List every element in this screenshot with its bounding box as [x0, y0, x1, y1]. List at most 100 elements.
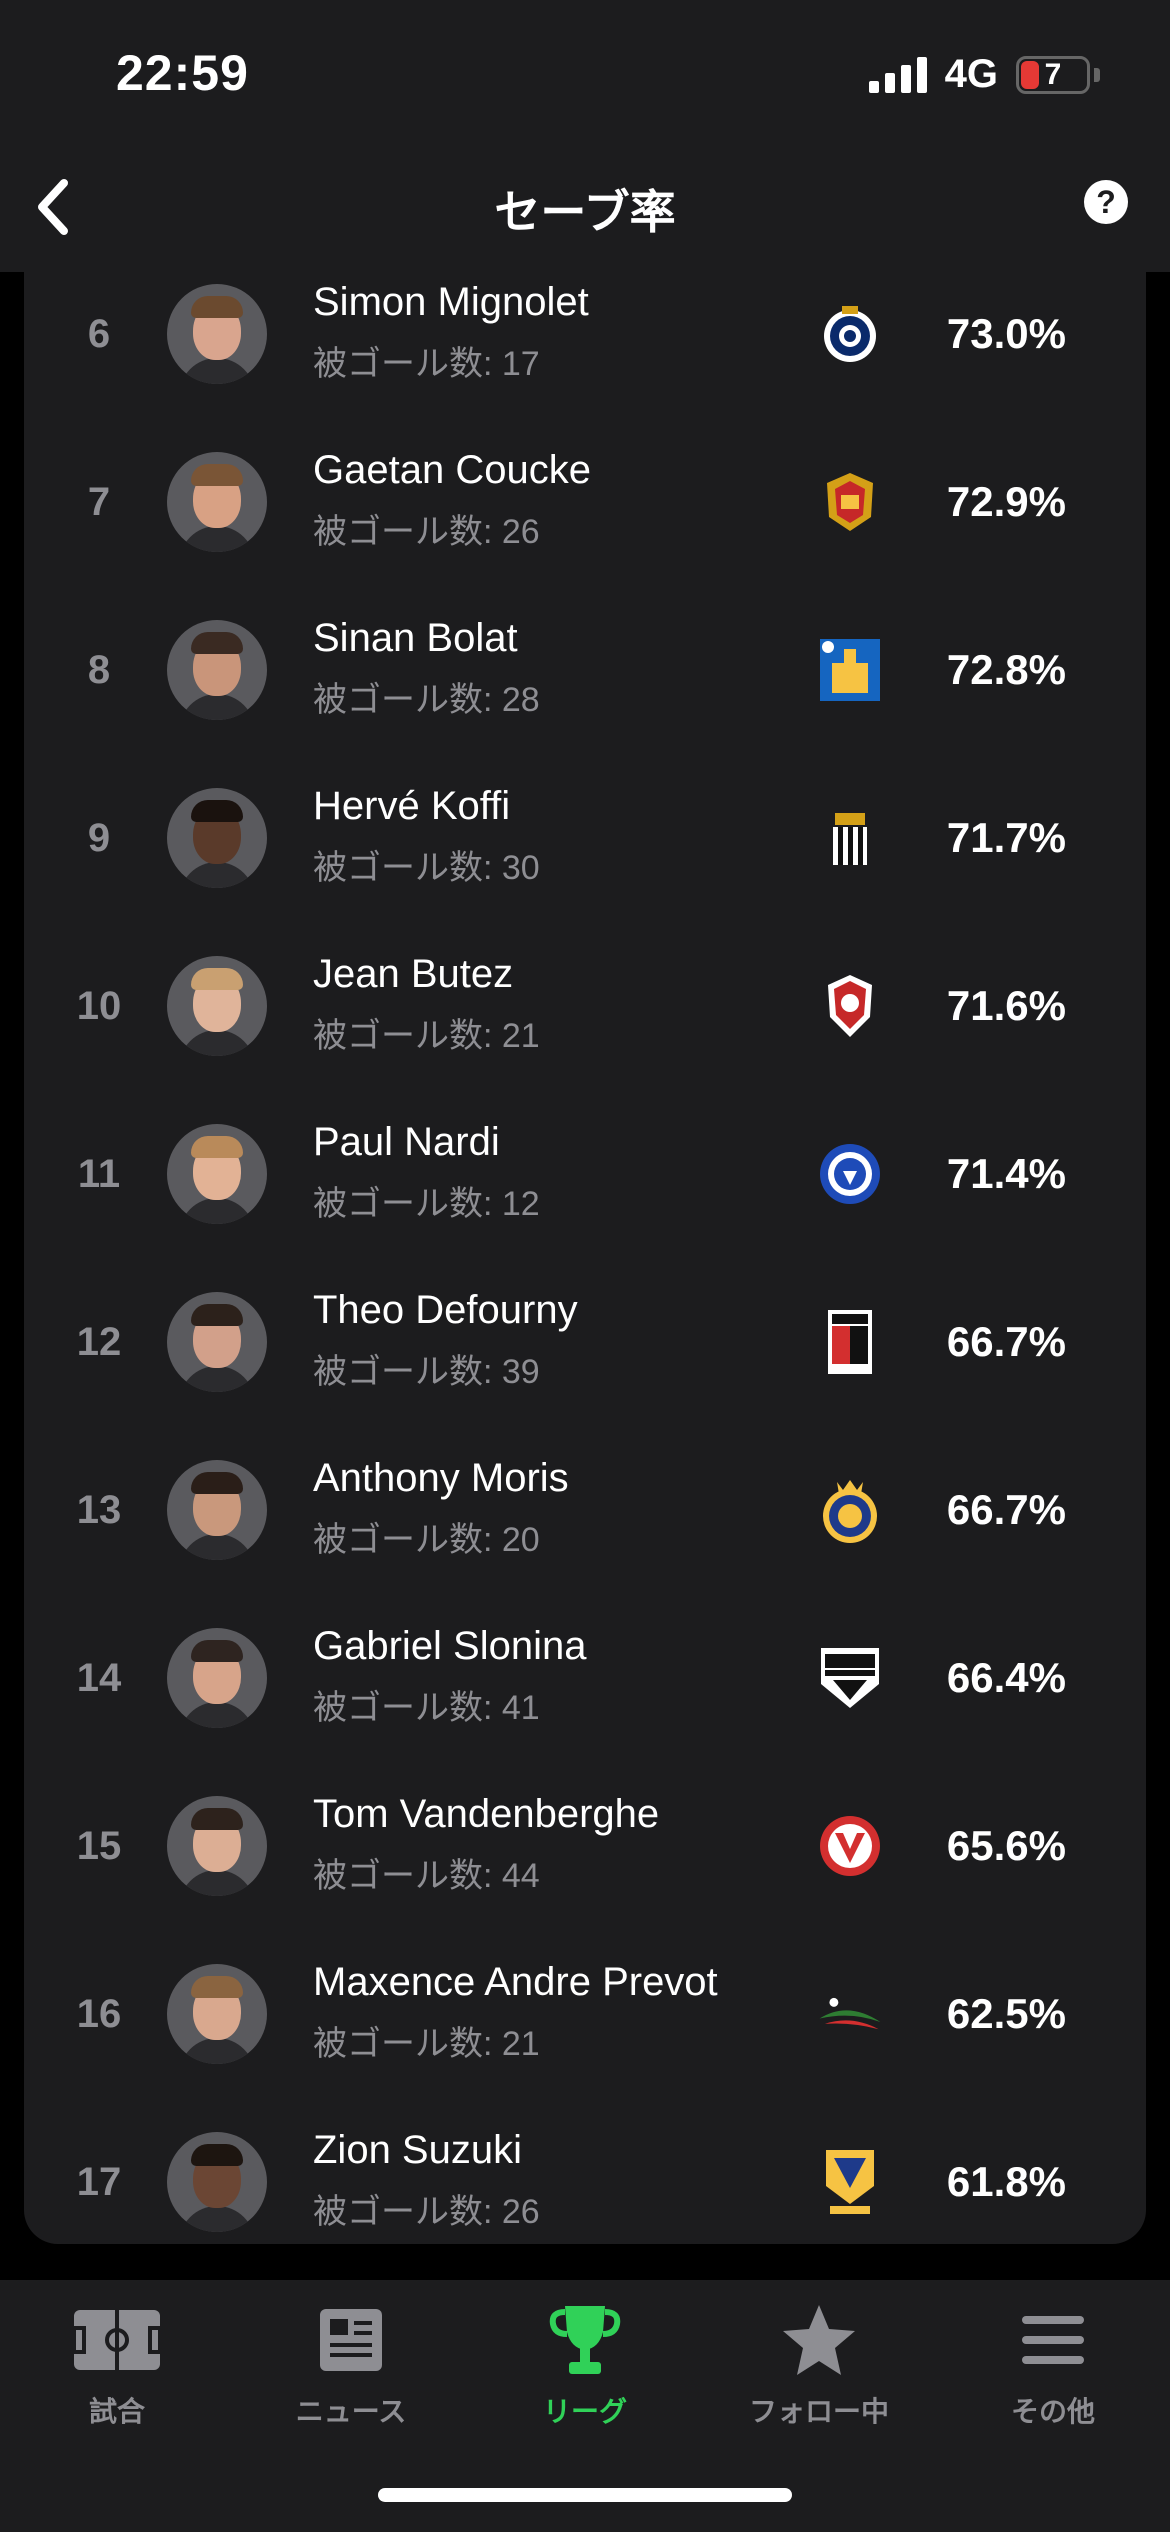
player-row[interactable]: 10 Jean Butez 被ゴール数: 21 71.6%: [24, 922, 1146, 1090]
trophy-icon: [540, 2300, 630, 2380]
player-name: Paul Nardi: [313, 1120, 500, 1164]
player-photo: [167, 956, 267, 1056]
save-percentage: 71.4%: [946, 1150, 1066, 1197]
goals-conceded: 被ゴール数: 44: [313, 1857, 540, 1895]
player-row[interactable]: 17 Zion Suzuki 被ゴール数: 26 61.8%: [24, 2098, 1146, 2244]
player-name: Theo Defourny: [313, 1288, 578, 1332]
tab-menu[interactable]: その他: [936, 2300, 1170, 2430]
home-indicator: [378, 2488, 792, 2502]
tab-news[interactable]: ニュース: [234, 2300, 468, 2430]
save-percentage: 73.0%: [946, 310, 1066, 357]
save-percentage: 72.9%: [946, 478, 1066, 525]
signal-icon: [868, 56, 927, 93]
pitch-icon: [72, 2300, 162, 2380]
gent-crest: [816, 1140, 884, 1208]
eupen-crest: [816, 1644, 884, 1712]
player-row[interactable]: 12 Theo Defourny 被ゴール数: 39 66.7%: [24, 1258, 1146, 1426]
goals-conceded: 被ゴール数: 20: [313, 1521, 540, 1559]
player-name: Maxence Andre Prevot: [313, 1960, 718, 2004]
player-rank: 9: [87, 815, 111, 860]
save-percentage: 61.8%: [946, 2158, 1066, 2205]
tab-star[interactable]: フォロー中: [702, 2300, 936, 2430]
top-bar: 22:59 4G 7 セーブ率 ?: [0, 0, 1170, 272]
goals-conceded: 被ゴール数: 28: [313, 681, 540, 719]
mechelen-crest: [816, 468, 884, 536]
network-type: 4G: [944, 52, 998, 96]
tab-label: リーグ: [542, 2396, 627, 2427]
ranking-list: 6 Simon Mignolet 被ゴール数: 17 73.0% 7 Gaetan Cou…: [24, 250, 1146, 2244]
status-icons: 4G 7: [868, 52, 1100, 97]
player-name: Jean Butez: [313, 952, 514, 996]
player-rank: 6: [87, 311, 111, 356]
player-name: Gabriel Slonina: [313, 1624, 587, 1668]
player-photo: [167, 284, 267, 384]
player-name: Simon Mignolet: [313, 280, 589, 324]
player-row[interactable]: 14 Gabriel Slonina 被ゴール数: 41 66.4%: [24, 1594, 1146, 1762]
help-button[interactable]: ?: [1084, 180, 1128, 224]
goals-conceded: 被ゴール数: 39: [313, 1353, 540, 1391]
player-photo: [167, 1796, 267, 1896]
page-title: セーブ率: [494, 186, 676, 238]
goals-conceded: 被ゴール数: 21: [313, 2025, 540, 2063]
player-photo: [167, 1124, 267, 1224]
player-name: Hervé Koffi: [313, 784, 511, 828]
player-name: Tom Vandenberghe: [313, 1792, 660, 1836]
player-rank: 12: [76, 1319, 122, 1364]
player-row[interactable]: 11 Paul Nardi 被ゴール数: 12 71.4%: [24, 1090, 1146, 1258]
player-rank: 13: [76, 1487, 122, 1532]
star-icon: [774, 2300, 864, 2380]
rwd-molenbeek-crest: [816, 1308, 884, 1376]
player-row[interactable]: 6 Simon Mignolet 被ゴール数: 17 73.0%: [24, 250, 1146, 418]
status-time: 22:59: [116, 45, 249, 101]
tab-label: ニュース: [295, 2396, 407, 2427]
player-row[interactable]: 13 Anthony Moris 被ゴール数: 20 66.7%: [24, 1426, 1146, 1594]
player-photo: [167, 788, 267, 888]
tab-label: 試合: [88, 2396, 145, 2427]
goals-conceded: 被ゴール数: 41: [313, 1689, 540, 1727]
save-percentage: 65.6%: [946, 1822, 1066, 1869]
player-name: Sinan Bolat: [313, 616, 518, 660]
tab-trophy[interactable]: リーグ: [468, 2300, 702, 2430]
player-rank: 7: [87, 479, 111, 524]
player-name: Anthony Moris: [313, 1456, 569, 1500]
save-percentage: 62.5%: [946, 1990, 1066, 2037]
goals-conceded: 被ゴール数: 26: [313, 513, 540, 551]
player-row[interactable]: 15 Tom Vandenberghe 被ゴール数: 44 65.6%: [24, 1762, 1146, 1930]
goals-conceded: 被ゴール数: 26: [313, 2193, 540, 2231]
tab-label: フォロー中: [748, 2396, 889, 2427]
player-photo: [167, 1460, 267, 1560]
save-percentage: 66.7%: [946, 1318, 1066, 1365]
player-rank: 8: [87, 647, 111, 692]
union-sg-crest: [816, 1476, 884, 1544]
player-row[interactable]: 16 Maxence Andre Prevot 被ゴール数: 21 62.5%: [24, 1930, 1146, 2098]
menu-icon: [1008, 2300, 1098, 2380]
save-percentage: 66.4%: [946, 1654, 1066, 1701]
player-photo: [167, 1628, 267, 1728]
player-photo: [167, 452, 267, 552]
player-rank: 14: [76, 1655, 122, 1700]
save-percentage: 71.6%: [946, 982, 1066, 1029]
battery-level: 7: [1044, 57, 1062, 91]
goals-conceded: 被ゴール数: 17: [313, 345, 540, 383]
save-percentage: 71.7%: [946, 814, 1066, 861]
player-rank: 15: [76, 1823, 122, 1868]
player-photo: [167, 2132, 267, 2232]
player-row[interactable]: 9 Hervé Koffi 被ゴール数: 30 71.7%: [24, 754, 1146, 922]
goals-conceded: 被ゴール数: 12: [313, 1185, 540, 1223]
player-rank: 16: [76, 1991, 122, 2036]
antwerp-crest: [816, 972, 884, 1040]
westerlo-crest: [816, 636, 884, 704]
tab-pitch[interactable]: 試合: [0, 2300, 234, 2430]
player-rank: 11: [77, 1151, 121, 1196]
player-name: Zion Suzuki: [313, 2128, 522, 2172]
player-rank: 17: [76, 2159, 122, 2204]
player-row[interactable]: 7 Gaetan Coucke 被ゴール数: 26 72.9%: [24, 418, 1146, 586]
goals-conceded: 被ゴール数: 21: [313, 1017, 540, 1055]
news-icon: [306, 2300, 396, 2380]
player-photo: [167, 1292, 267, 1392]
tab-label: その他: [1010, 2396, 1095, 2427]
player-row[interactable]: 8 Sinan Bolat 被ゴール数: 28 72.8%: [24, 586, 1146, 754]
kortrijk-crest: [816, 1812, 884, 1880]
player-name: Gaetan Coucke: [313, 448, 591, 492]
player-photo: [167, 620, 267, 720]
